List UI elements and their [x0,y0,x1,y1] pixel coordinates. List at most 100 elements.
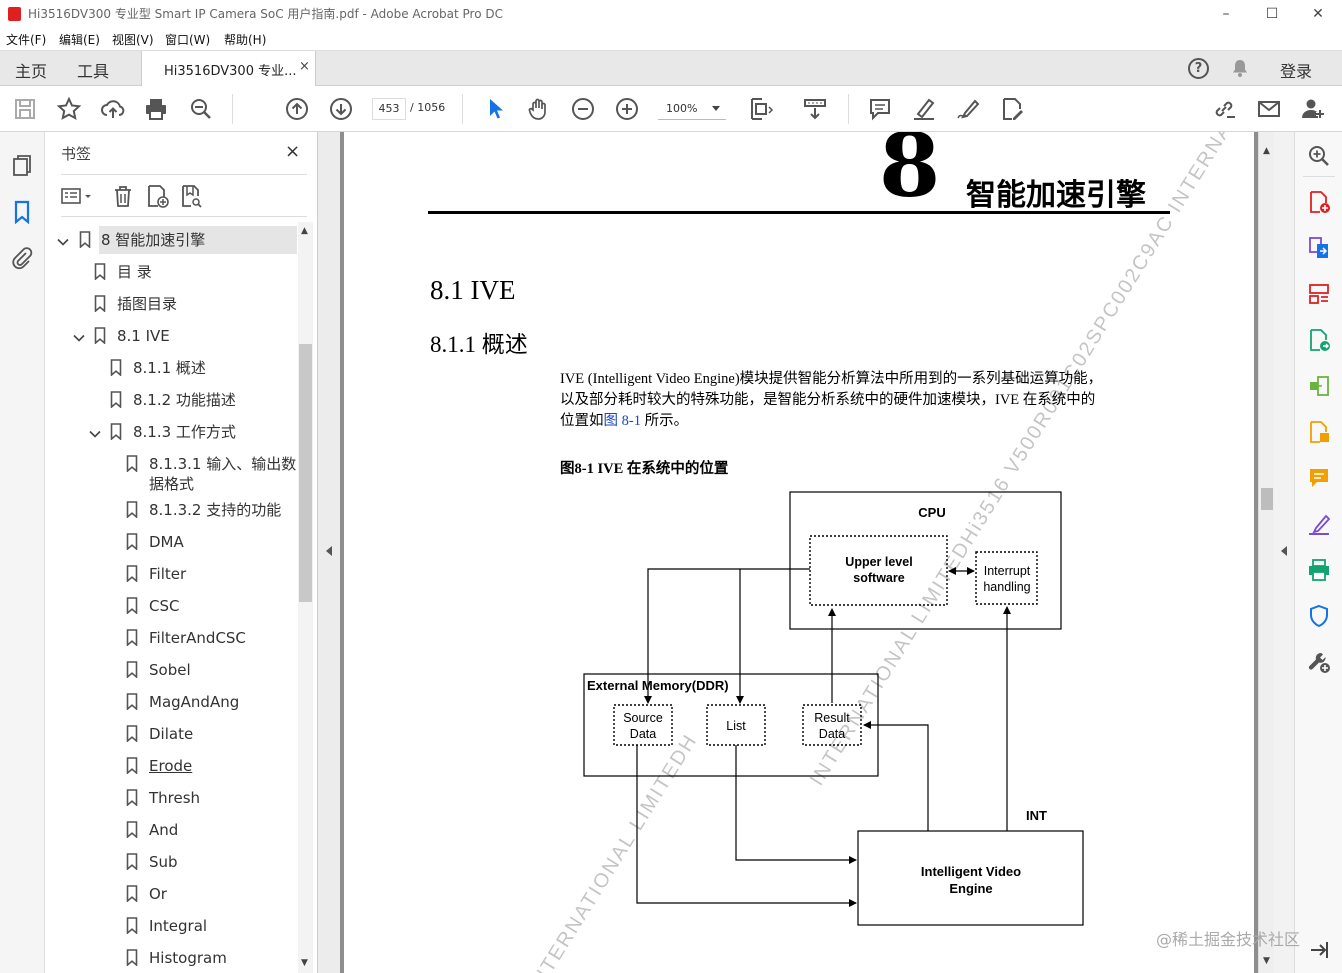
tab-tools[interactable]: 工具 [77,58,109,82]
panel-title: 书签 [61,145,92,163]
scan-ocr-icon[interactable] [1307,558,1331,582]
right-panel-collapse-bar[interactable] [1274,132,1294,973]
zoom-out-icon[interactable] [570,96,596,122]
scroll-down-icon[interactable]: ▼ [301,958,308,968]
bookmark-item[interactable]: And [45,816,300,844]
save-icon[interactable] [12,96,38,122]
select-cursor-icon[interactable] [482,96,508,122]
bookmark-item[interactable]: 8.1 IVE [45,322,300,350]
bookmark-item[interactable]: Dilate [45,720,300,748]
scroll-up-icon[interactable]: ▲ [301,226,308,236]
scroll-up-icon[interactable]: ▲ [1263,146,1270,156]
collapse-left-icon[interactable] [326,546,332,556]
bookmark-item[interactable]: 8.1.3.2 支持的功能 [45,496,300,524]
help-icon[interactable]: ? [1188,58,1209,79]
hand-tool-icon[interactable] [526,96,552,122]
document-viewport[interactable]: 8 智能加速引擎 8.1 IVE 8.1.1 概述 IVE (Intellige… [340,132,1258,973]
collapse-right-icon[interactable] [1281,546,1287,556]
panel-close-icon[interactable]: × [285,141,300,162]
edit-pdf-tool-icon[interactable] [1307,374,1331,398]
page-number-input[interactable]: 453 [372,98,406,120]
bookmark-item[interactable]: Sub [45,848,300,876]
zoom-level-select[interactable]: 100% [658,98,726,120]
delete-bookmark-icon[interactable] [111,184,135,208]
bookmark-icon [126,661,138,679]
bookmark-item[interactable]: FilterAndCSC [45,624,300,652]
scroll-down-icon[interactable]: ▼ [1263,956,1270,966]
more-tools-icon[interactable] [1307,650,1331,674]
close-icon[interactable]: ✕ [1308,4,1328,24]
left-panel-collapse-bar[interactable] [318,132,340,973]
next-page-icon[interactable] [328,96,354,122]
fill-sign-icon[interactable] [1307,512,1331,536]
menu-edit[interactable]: 编辑(E) [59,31,100,48]
bookmark-item[interactable]: CSC [45,592,300,620]
zoom-in-icon[interactable] [614,96,640,122]
menu-window[interactable]: 窗口(W) [165,31,210,48]
expand-pane-icon[interactable] [1307,938,1331,962]
bookmark-item[interactable]: DMA [45,528,300,556]
chevron-down-icon[interactable] [89,425,101,438]
bookmark-item[interactable]: Sobel [45,656,300,684]
export-pdf-icon[interactable] [1307,328,1331,352]
scroll-mode-icon[interactable] [802,96,828,122]
highlight-pen-icon[interactable] [911,96,937,122]
zoom-search-icon[interactable] [188,96,214,122]
document-scrollbar[interactable]: ▲ ▼ [1258,132,1274,973]
find-bookmark-icon[interactable] [179,184,203,208]
scroll-thumb[interactable] [1261,488,1273,510]
maximize-icon[interactable]: ☐ [1262,4,1282,24]
bookmark-item[interactable]: 8.1.3 工作方式 [45,418,300,446]
login-link[interactable]: 登录 [1280,58,1312,82]
bookmark-item[interactable]: Thresh [45,784,300,812]
print-icon[interactable] [143,96,169,122]
comment-icon[interactable] [867,96,893,122]
share-link-icon[interactable] [1211,96,1237,122]
bookmark-item[interactable]: Integral [45,912,300,940]
add-user-icon[interactable] [1300,96,1326,122]
comment-tool-icon[interactable] [1307,466,1331,490]
create-pdf-icon[interactable] [1307,190,1331,214]
new-bookmark-icon[interactable] [145,184,169,208]
bookmark-item[interactable]: 8 智能加速引擎 [57,226,297,254]
bookmark-scrollbar[interactable]: ▲ ▼ [298,222,313,973]
fit-page-icon[interactable] [748,96,774,122]
minimize-icon[interactable]: – [1216,4,1236,24]
edit-pdf-icon[interactable] [999,96,1025,122]
bell-icon[interactable] [1230,58,1250,78]
bookmark-item[interactable]: 8.1.3.1 输入、输出数 据格式 [45,450,300,500]
previous-page-icon[interactable] [284,96,310,122]
scroll-thumb[interactable] [299,344,312,602]
chevron-down-icon[interactable] [57,233,69,246]
menu-file[interactable]: 文件(F) [6,31,46,48]
organize-pages-icon[interactable] [1307,282,1331,306]
edit-document-icon[interactable] [1307,420,1331,444]
bookmark-item[interactable]: Histogram [45,944,300,972]
chevron-down-icon[interactable] [73,329,85,342]
attachments-icon[interactable] [10,246,34,270]
bookmark-item[interactable]: 8.1.2 功能描述 [45,386,300,414]
tab-home[interactable]: 主页 [15,58,47,82]
bookmark-star-icon[interactable] [56,96,82,122]
protect-shield-icon[interactable] [1307,604,1331,628]
tab-close-icon[interactable]: × [299,59,310,74]
bookmark-item[interactable]: 插图目录 [45,290,300,318]
bookmarks-icon[interactable] [10,200,34,225]
bookmark-item[interactable]: MagAndAng [45,688,300,716]
combine-files-icon[interactable] [1307,236,1331,260]
bookmark-item[interactable]: Erode [45,752,300,780]
search-zoom-icon[interactable] [1307,144,1331,168]
bookmarks-panel: 书签 × 8 智能加速引擎目 录插图目录 8.1 IVE 8.1.1 概述 8.1.2… [45,132,318,973]
email-icon[interactable] [1256,96,1282,122]
page-thumbnails-icon[interactable] [10,154,34,178]
bookmark-item[interactable]: Or [45,880,300,908]
bookmark-item[interactable]: 8.1.1 概述 [45,354,300,382]
bookmark-options-icon[interactable] [61,184,97,208]
bookmark-item[interactable]: 目 录 [45,258,300,286]
bookmark-item[interactable]: Filter [45,560,300,588]
sign-icon[interactable] [955,96,981,122]
tab-document[interactable]: Hi3516DV300 专业... × [141,51,316,87]
cloud-upload-icon[interactable] [100,96,126,122]
menu-view[interactable]: 视图(V) [112,31,154,48]
menu-help[interactable]: 帮助(H) [224,31,266,48]
